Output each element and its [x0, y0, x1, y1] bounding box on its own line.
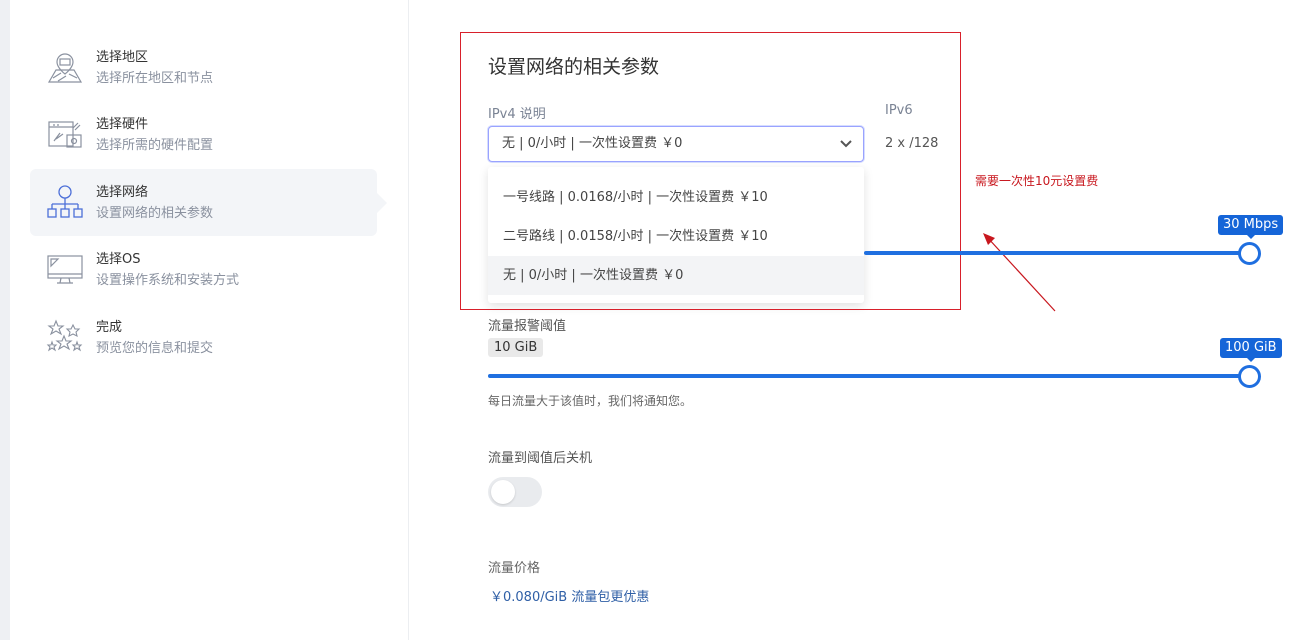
dropdown-option-selected[interactable]: 无 | 0/小时 | 一次性设置费 ￥0: [488, 256, 864, 295]
annotation-note: 需要一次性10元设置费: [975, 174, 1099, 188]
traffic-alert-label: 流量报警阈值: [488, 319, 567, 334]
step-subtitle: 预览您的信息和提交: [96, 341, 214, 356]
hardware-icon: [48, 121, 82, 148]
step-title: 选择网络: [96, 185, 149, 200]
ipv4-label: IPv4 说明: [488, 107, 546, 122]
traffic-price-link[interactable]: ￥0.080/GiB 流量包更优惠: [490, 586, 649, 605]
traffic-alert-slider-track[interactable]: [488, 374, 1250, 378]
dropdown-option[interactable]: 二号路线 | 0.0158/小时 | 一次性设置费 ￥10: [488, 217, 864, 256]
step-subtitle: 选择所需的硬件配置: [96, 138, 214, 153]
step-network[interactable]: 选择网络 设置网络的相关参数: [30, 169, 387, 236]
ipv6-label: IPv6: [885, 103, 913, 118]
steps-sidebar: 选择地区 选择所在地区和节点 选择硬件 选择所需的硬件配置 选择网络 设置网络的…: [10, 0, 409, 640]
dropdown-option[interactable]: 一号线路 | 0.0168/小时 | 一次性设置费 ￥10: [488, 178, 864, 217]
step-title: 选择OS: [96, 252, 141, 267]
step-subtitle: 设置网络的相关参数: [96, 206, 214, 221]
bandwidth-slider-track[interactable]: [864, 251, 1250, 255]
shutdown-label: 流量到阈值后关机: [488, 451, 593, 466]
step-title: 选择地区: [96, 50, 149, 65]
stars-icon: [46, 319, 83, 352]
region-map-icon: [47, 53, 83, 83]
step-title: 选择硬件: [96, 117, 149, 132]
chevron-down-icon: [840, 140, 852, 148]
step-region[interactable]: 选择地区 选择所在地区和节点: [30, 34, 377, 101]
step-subtitle: 选择所在地区和节点: [96, 71, 214, 86]
traffic-alert-slider-handle[interactable]: [1238, 365, 1261, 388]
toggle-knob: [491, 480, 515, 504]
bandwidth-tooltip: 30 Mbps: [1218, 215, 1284, 239]
page-title: 设置网络的相关参数: [488, 56, 660, 78]
traffic-price-label: 流量价格: [488, 561, 541, 576]
ipv4-select-value: 无 | 0/小时 | 一次性设置费 ￥0: [502, 136, 683, 151]
shutdown-toggle[interactable]: [488, 477, 542, 507]
traffic-alert-tooltip: 100 GiB: [1220, 338, 1282, 362]
step-os[interactable]: 选择OS 设置操作系统和安装方式: [30, 236, 377, 303]
annotation-arrow: [983, 233, 1056, 312]
step-finish[interactable]: 完成 预览您的信息和提交: [30, 304, 377, 371]
traffic-alert-value: 10 GiB: [488, 338, 544, 357]
step-title: 完成: [96, 320, 123, 335]
step-subtitle: 设置操作系统和安装方式: [96, 273, 240, 288]
left-edge-strip: [0, 0, 10, 640]
ipv4-select[interactable]: 无 | 0/小时 | 一次性设置费 ￥0: [488, 126, 864, 162]
step-hardware[interactable]: 选择硬件 选择所需的硬件配置: [30, 101, 377, 168]
bandwidth-slider-handle[interactable]: [1238, 242, 1261, 265]
traffic-alert-hint: 每日流量大于该值时，我们将通知您。: [488, 394, 693, 408]
monitor-icon: [47, 255, 83, 284]
ipv6-value: 2 x /128: [885, 136, 939, 151]
ipv4-dropdown-menu: 一号线路 | 0.0168/小时 | 一次性设置费 ￥10 二号路线 | 0.0…: [488, 167, 864, 303]
network-topology-icon: [47, 185, 83, 218]
